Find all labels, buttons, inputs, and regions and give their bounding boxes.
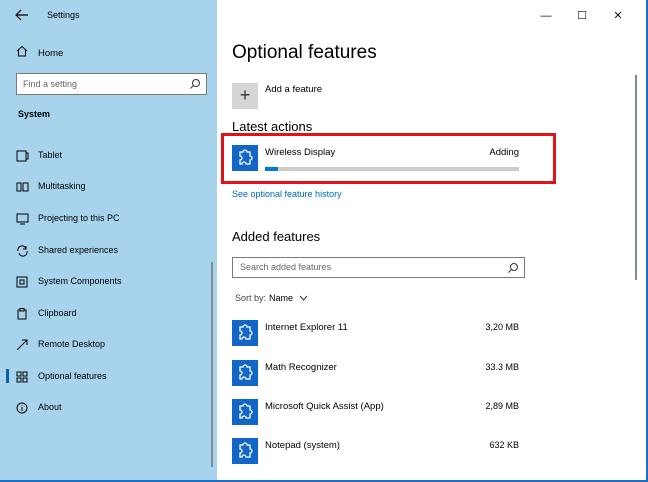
feature-size: 632 KB xyxy=(489,440,519,450)
search-placeholder: Find a setting xyxy=(23,79,78,89)
sidebar-item-label: Optional features xyxy=(38,371,107,381)
sidebar-item-system-components[interactable]: System Components xyxy=(0,269,217,293)
feature-size: 2,89 MB xyxy=(485,401,519,411)
app-title: Settings xyxy=(47,10,80,20)
puzzle-icon xyxy=(232,320,258,346)
feature-name: Internet Explorer 11 xyxy=(265,322,348,333)
chevron-down-icon xyxy=(299,293,308,303)
sidebar-item-shared-experiences[interactable]: Shared experiences xyxy=(0,238,217,262)
latest-actions-heading: Latest actions xyxy=(232,119,313,134)
sidebar-item-optional-features[interactable]: Optional features xyxy=(0,364,217,388)
system-components-icon xyxy=(16,275,29,288)
window-controls: — ☐ ✕ xyxy=(528,8,636,24)
settings-window: Settings Home Find a setting System Tabl… xyxy=(0,0,648,482)
multitasking-icon xyxy=(16,180,29,192)
sidebar-item-label: Projecting to this PC xyxy=(38,213,120,223)
sidebar: Settings Home Find a setting System Tabl… xyxy=(0,0,217,480)
highlight-annotation xyxy=(221,133,556,184)
maximize-button[interactable]: ☐ xyxy=(564,8,600,24)
section-heading: System xyxy=(18,109,51,119)
minimize-button[interactable]: — xyxy=(528,8,564,24)
optional-features-icon xyxy=(16,370,29,383)
sidebar-item-label: Clipboard xyxy=(38,308,77,318)
sort-value: Name xyxy=(269,293,294,303)
sort-label: Sort by: xyxy=(235,293,267,303)
sidebar-item-label: System Components xyxy=(38,276,122,286)
feature-name: Math Recognizer xyxy=(265,362,337,373)
sidebar-item-about[interactable]: About xyxy=(0,395,217,419)
sidebar-item-remote-desktop[interactable]: Remote Desktop xyxy=(0,332,217,356)
plus-icon: + xyxy=(232,83,258,109)
sidebar-item-multitasking[interactable]: Multitasking xyxy=(0,174,217,198)
sidebar-item-label: Remote Desktop xyxy=(38,339,106,349)
feature-item[interactable]: Internet Explorer 11 3,20 MB xyxy=(232,320,522,348)
sidebar-item-label: Multitasking xyxy=(38,181,86,191)
sidebar-scrollbar[interactable] xyxy=(211,262,213,467)
close-button[interactable]: ✕ xyxy=(600,8,636,24)
find-setting-input[interactable]: Find a setting xyxy=(16,73,207,95)
added-features-heading: Added features xyxy=(232,229,321,244)
main-content: — ☐ ✕ Optional features + Add a feature … xyxy=(217,0,646,480)
clipboard-icon xyxy=(16,307,29,320)
remote-desktop-icon xyxy=(16,338,29,351)
sidebar-item-tablet[interactable]: Tablet xyxy=(0,143,217,167)
search-icon[interactable] xyxy=(507,262,519,274)
sidebar-item-clipboard[interactable]: Clipboard xyxy=(0,301,217,325)
main-scrollbar[interactable] xyxy=(635,75,637,280)
sidebar-item-home[interactable]: Home xyxy=(16,45,206,61)
sidebar-item-label: Tablet xyxy=(38,150,63,160)
feature-item[interactable]: Math Recognizer 33.3 MB xyxy=(232,360,522,388)
feature-name: Notepad (system) xyxy=(265,440,340,451)
sidebar-item-label: Shared experiences xyxy=(38,245,119,255)
puzzle-icon xyxy=(232,399,258,425)
feature-name: Microsoft Quick Assist (App) xyxy=(265,401,384,412)
titlebar: Settings xyxy=(0,0,217,32)
projecting-icon xyxy=(16,212,29,225)
feature-history-link[interactable]: See optional feature history xyxy=(232,189,342,199)
shared-experiences-icon xyxy=(16,244,29,257)
page-title: Optional features xyxy=(232,42,377,63)
home-icon xyxy=(16,44,28,62)
add-feature-label: Add a feature xyxy=(265,83,323,95)
selection-marker xyxy=(6,369,9,383)
search-placeholder: Search added features xyxy=(240,262,332,272)
sort-dropdown[interactable]: Sort by: Name xyxy=(235,293,308,303)
feature-size: 33.3 MB xyxy=(485,362,519,372)
puzzle-icon xyxy=(232,438,258,464)
tablet-icon xyxy=(16,149,29,162)
home-label: Home xyxy=(38,47,64,59)
sidebar-item-label: About xyxy=(38,402,62,412)
feature-item[interactable]: Microsoft Quick Assist (App) 2,89 MB xyxy=(232,399,522,427)
feature-size: 3,20 MB xyxy=(485,322,519,332)
back-arrow-icon[interactable] xyxy=(12,7,32,25)
search-icon[interactable] xyxy=(189,78,201,90)
puzzle-icon xyxy=(232,360,258,386)
add-feature-button[interactable]: + Add a feature xyxy=(232,83,322,109)
info-icon xyxy=(16,401,29,414)
feature-item[interactable]: Notepad (system) 632 KB xyxy=(232,438,522,466)
search-added-features-input[interactable]: Search added features xyxy=(232,257,525,278)
sidebar-item-projecting[interactable]: Projecting to this PC xyxy=(0,206,217,230)
